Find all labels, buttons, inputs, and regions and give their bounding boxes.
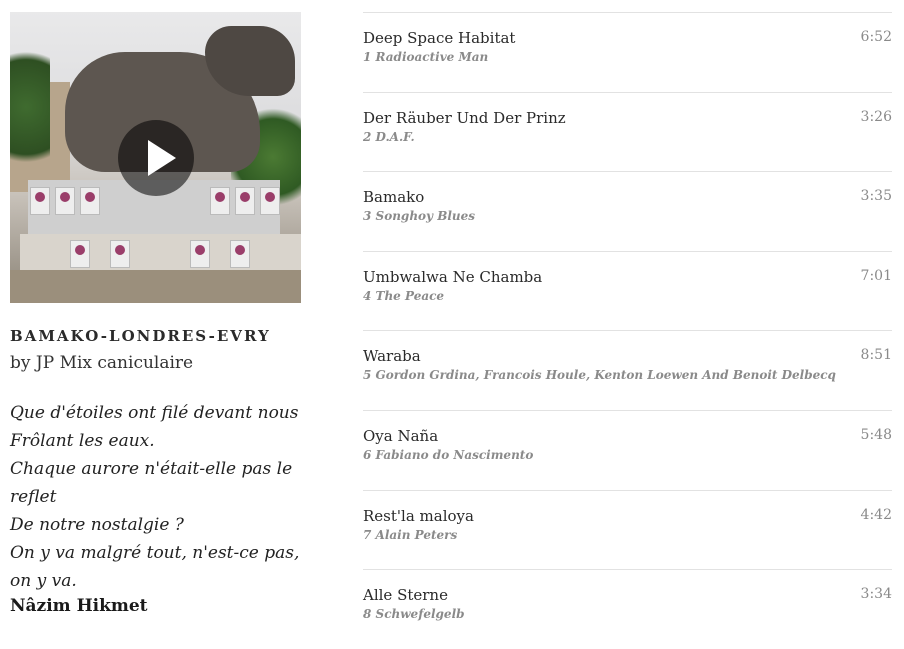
track-artist: 6 Fabiano do Nascimento: [363, 447, 534, 462]
track-row[interactable]: Waraba 5 Gordon Grdina, Francois Houle, …: [363, 330, 892, 410]
cover-poster: [210, 187, 230, 215]
cover-poster: [70, 240, 90, 268]
play-icon: [148, 140, 176, 176]
track-artist: 2 D.A.F.: [363, 129, 415, 144]
track-duration: 6:52: [860, 29, 892, 45]
track-duration: 3:35: [860, 188, 892, 205]
album-cover[interactable]: [10, 12, 301, 303]
cover-ground: [10, 270, 301, 303]
track-title: Deep Space Habitat: [363, 29, 516, 47]
track-duration: 4:42: [860, 506, 892, 523]
cover-pedestal: [20, 234, 301, 274]
track-title: Oya Naña: [363, 426, 439, 445]
track-artist: 8 Schwefelgelb: [363, 607, 465, 622]
track-duration: 3:26: [860, 108, 892, 125]
cover-poster: [190, 240, 210, 268]
cover-poster: [80, 187, 100, 215]
track-duration: 7:01: [860, 267, 892, 284]
poem-line: Frôlant les eaux.: [10, 431, 155, 451]
track-row[interactable]: Deep Space Habitat 1 Radioactive Man 6:5…: [363, 12, 892, 92]
track-row[interactable]: Umbwalwa Ne Chamba 4 The Peace 7:01: [363, 250, 892, 331]
track-artist: 3 Songhoy Blues: [363, 209, 476, 224]
track-row[interactable]: Bamako 3 Songhoy Blues 3:35: [363, 171, 892, 251]
poem-line: De notre nostalgie ?: [10, 515, 184, 535]
track-artist: 4 The Peace: [363, 288, 445, 303]
album-description: Que d'étoiles ont filé devant nous Frôla…: [10, 399, 310, 595]
poem-line: reflet: [10, 487, 57, 507]
poem-author: Nâzim Hikmet: [10, 596, 148, 616]
track-artist: 5 Gordon Grdina, Francois Houle, Kenton …: [363, 368, 836, 383]
track-title: Rest'la maloya: [363, 506, 474, 525]
track-title: Bamako: [363, 188, 425, 207]
track-artist: 1 Radioactive Man: [363, 50, 489, 64]
byline-prefix: by: [10, 353, 31, 373]
play-button[interactable]: [118, 120, 194, 196]
track-title: Der Räuber Und Der Prinz: [363, 108, 566, 127]
cover-poster: [260, 187, 280, 215]
track-duration: 3:34: [860, 586, 892, 603]
track-row[interactable]: Oya Naña 6 Fabiano do Nascimento 5:48: [363, 409, 892, 490]
track-row[interactable]: Alle Sterne 8 Schwefelgelb 3:34: [363, 569, 892, 649]
cover-poster: [55, 187, 75, 215]
poem-line: Que d'étoiles ont filé devant nous: [10, 403, 299, 423]
cover-poster: [110, 240, 130, 268]
track-title: Waraba: [363, 347, 421, 366]
track-title: Alle Sterne: [363, 586, 448, 605]
album-title: BAMAKO-LONDRES-EVRY: [10, 327, 271, 345]
poem-line: on y va.: [10, 571, 77, 591]
curator-link[interactable]: JP Mix caniculaire: [36, 353, 193, 373]
track-row[interactable]: Der Räuber Und Der Prinz 2 D.A.F. 3:26: [363, 91, 892, 172]
track-row[interactable]: Rest'la maloya 7 Alain Peters 4:42: [363, 489, 892, 570]
track-artist: 7 Alain Peters: [363, 527, 458, 542]
track-duration: 8:51: [860, 347, 892, 364]
poem-line: On y va malgré tout, n'est-ce pas,: [10, 543, 300, 563]
cover-trees: [10, 32, 50, 182]
cover-poster: [30, 187, 50, 215]
tracklist: Deep Space Habitat 1 Radioactive Man 6:5…: [363, 12, 892, 649]
track-title: Umbwalwa Ne Chamba: [363, 267, 543, 286]
cover-poster: [235, 187, 255, 215]
cover-poster: [230, 240, 250, 268]
poem-line: Chaque aurore n'était-elle pas le: [10, 459, 293, 479]
track-duration: 5:48: [860, 426, 892, 443]
album-byline: by JP Mix caniculaire: [10, 353, 193, 373]
